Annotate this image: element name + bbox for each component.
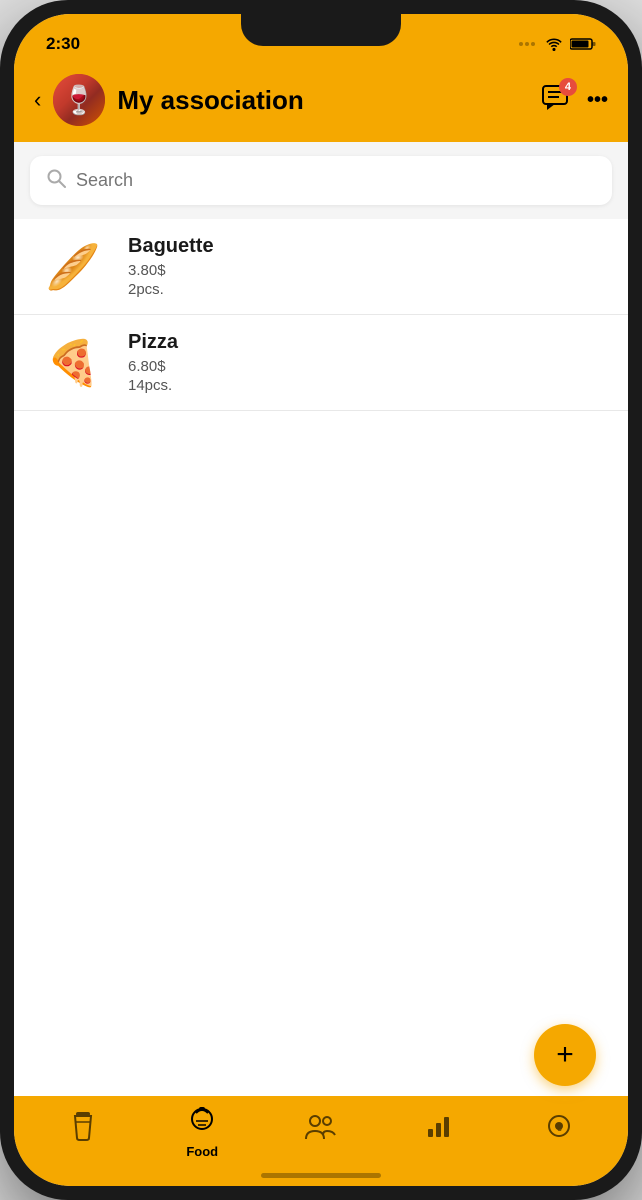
stats-icon <box>426 1113 454 1146</box>
nav-item-drinks[interactable] <box>24 1110 143 1153</box>
search-input[interactable] <box>76 170 596 191</box>
more-button[interactable]: ••• <box>587 89 608 112</box>
food-icon <box>187 1103 217 1140</box>
food-item-info-1: Pizza 6.80$ 14pcs. <box>128 331 604 394</box>
food-item-price-1: 6.80$ <box>128 358 604 375</box>
food-list-item[interactable]: 🥖 Baguette 3.80$ 2pcs. <box>14 219 628 315</box>
svg-text:€: € <box>556 1123 562 1134</box>
food-label: Food <box>186 1144 218 1159</box>
notification-button[interactable]: 4 <box>541 84 571 117</box>
drinks-icon <box>70 1110 96 1149</box>
nav-item-stats[interactable] <box>380 1113 499 1150</box>
content-area: 🥖 Baguette 3.80$ 2pcs. 🍕 Pizza 6.80$ 14p… <box>14 142 628 1096</box>
nav-item-settings[interactable]: € <box>499 1112 618 1151</box>
members-icon <box>305 1113 337 1146</box>
status-icons <box>518 37 596 51</box>
status-time: 2:30 <box>46 34 80 54</box>
food-item-qty-1: 14pcs. <box>128 377 604 394</box>
food-item-name-1: Pizza <box>128 331 604 354</box>
food-list: 🥖 Baguette 3.80$ 2pcs. 🍕 Pizza 6.80$ 14p… <box>14 219 628 1096</box>
signal-icon <box>518 37 538 51</box>
notification-badge: 4 <box>559 78 577 96</box>
food-item-price-0: 3.80$ <box>128 262 604 279</box>
food-item-qty-0: 2pcs. <box>128 281 604 298</box>
food-item-info-0: Baguette 3.80$ 2pcs. <box>128 235 604 298</box>
food-item-name-0: Baguette <box>128 235 604 258</box>
food-item-image-0: 🥖 <box>38 242 108 292</box>
nav-item-food[interactable]: Food <box>143 1103 262 1159</box>
battery-icon <box>570 37 596 51</box>
food-item-image-1: 🍕 <box>38 338 108 388</box>
header-actions: 4 ••• <box>541 84 608 117</box>
home-indicator <box>261 1173 381 1178</box>
food-list-item[interactable]: 🍕 Pizza 6.80$ 14pcs. <box>14 315 628 411</box>
page-title: My association <box>117 85 529 116</box>
search-bar[interactable] <box>30 156 612 205</box>
avatar <box>53 74 105 126</box>
search-icon <box>46 168 66 193</box>
back-button[interactable]: ‹ <box>34 87 41 113</box>
nav-item-members[interactable] <box>262 1113 381 1150</box>
settings-icon: € <box>545 1112 573 1147</box>
header: ‹ My association 4 ••• <box>14 66 628 142</box>
add-fab-button[interactable]: + <box>534 1024 596 1086</box>
wifi-icon <box>544 37 564 51</box>
